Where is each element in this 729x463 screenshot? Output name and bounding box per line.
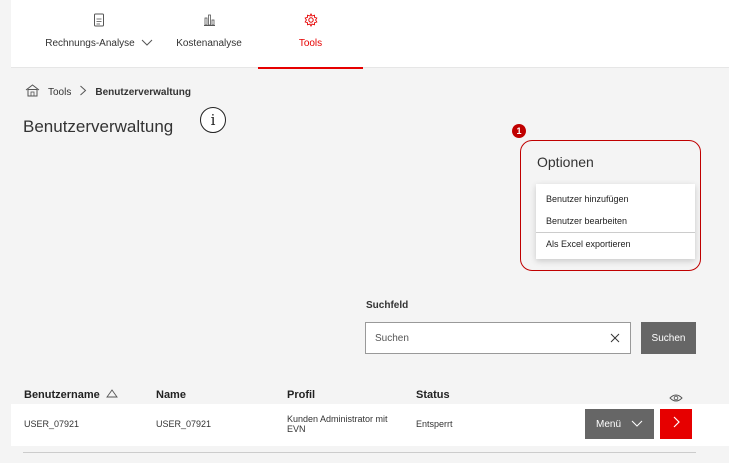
close-icon[interactable] xyxy=(600,323,630,353)
search-button[interactable]: Suchen xyxy=(641,322,696,354)
info-icon[interactable]: i xyxy=(200,107,226,133)
column-header-status: Status xyxy=(416,389,450,401)
tab-label: Rechnungs-Analyse xyxy=(45,38,135,49)
chevron-down-icon xyxy=(141,38,153,49)
cell-username: USER_07921 xyxy=(24,419,80,429)
chevron-right-icon xyxy=(673,415,680,433)
step-marker: 1 xyxy=(512,124,526,138)
menu-item-add-user[interactable]: Benutzer hinzufügen xyxy=(536,188,695,210)
gear-icon xyxy=(304,12,318,28)
row-open-button[interactable] xyxy=(660,409,692,439)
menu-item-export-excel[interactable]: Als Excel exportieren xyxy=(536,232,695,254)
bar-chart-icon xyxy=(202,12,216,28)
breadcrumb-item-tools[interactable]: Tools xyxy=(48,87,71,98)
row-menu-button[interactable]: Menü xyxy=(585,409,654,439)
options-menu: Benutzer hinzufügen Benutzer bearbeiten … xyxy=(536,184,695,259)
menu-item-edit-user[interactable]: Benutzer bearbeiten xyxy=(536,210,695,232)
page-title: Benutzerverwaltung xyxy=(23,117,174,136)
search-input[interactable] xyxy=(375,332,600,344)
tab-label: Tools xyxy=(298,38,323,49)
column-header-username[interactable]: Benutzername xyxy=(24,389,118,401)
top-navigation: Rechnungs-Analyse Kostenanalyse Tools xyxy=(11,0,729,69)
tab-rechnungs-analyse[interactable]: Rechnungs-Analyse xyxy=(44,0,154,68)
search-label: Suchfeld xyxy=(366,300,409,311)
chevron-down-icon xyxy=(631,419,643,430)
column-header-profile: Profil xyxy=(287,389,316,401)
tab-kostenanalyse[interactable]: Kostenanalyse xyxy=(169,0,249,68)
divider xyxy=(23,452,696,453)
search-field xyxy=(365,322,631,354)
cell-profile: Kunden Administrator mit EVN xyxy=(287,414,388,434)
column-header-label: Benutzername xyxy=(24,389,100,401)
tab-tools[interactable]: Tools xyxy=(258,0,363,69)
tab-label: Kostenanalyse xyxy=(176,38,242,49)
chevron-right-icon xyxy=(79,85,87,99)
breadcrumb-item-current: Benutzerverwaltung xyxy=(95,86,191,98)
sort-triangle-icon[interactable] xyxy=(105,389,118,401)
document-icon xyxy=(93,12,105,28)
cell-name: USER_07921 xyxy=(156,419,212,429)
breadcrumb: Tools Benutzerverwaltung xyxy=(25,84,191,100)
home-icon[interactable] xyxy=(25,84,40,100)
menu-button-label: Menü xyxy=(595,418,621,430)
column-header-name: Name xyxy=(156,389,186,401)
cell-status: Entsperrt xyxy=(416,419,453,429)
options-title: Optionen xyxy=(537,154,594,170)
